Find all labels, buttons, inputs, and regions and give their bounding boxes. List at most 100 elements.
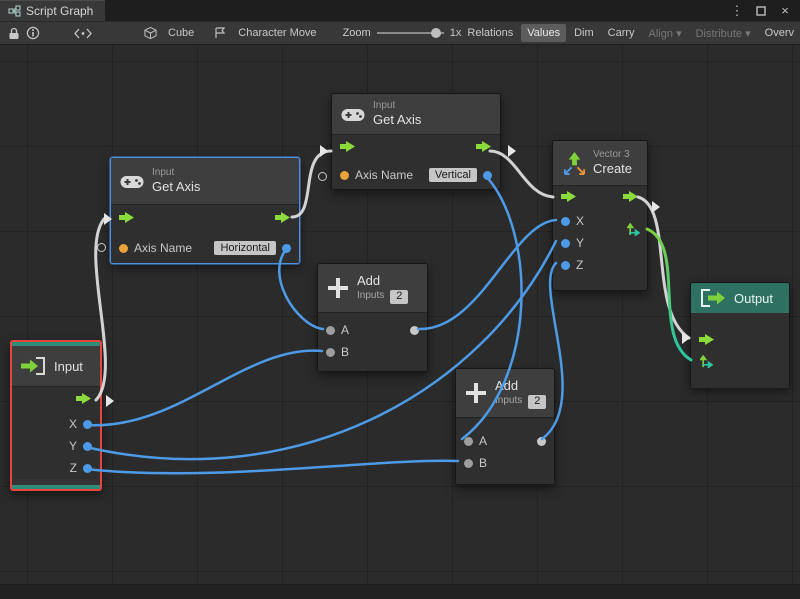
exec-output-port[interactable]: [76, 392, 92, 408]
chevron-down-icon: ▾: [745, 28, 751, 40]
string-input-port[interactable]: [340, 171, 349, 180]
tab-title: Script Graph: [26, 4, 93, 18]
dim-button[interactable]: Dim: [568, 24, 600, 42]
node-get-axis-horizontal[interactable]: Input Get Axis Axis Name Horizontal: [110, 157, 300, 264]
chevron-down-icon: ▾: [676, 28, 682, 40]
inputs-count-field[interactable]: 2: [528, 395, 546, 409]
code-icon[interactable]: [74, 28, 92, 39]
distribute-label: Distribute: [696, 28, 742, 40]
axis-name-field[interactable]: Horizontal: [214, 241, 276, 255]
exec-input-port[interactable]: [699, 333, 715, 349]
tab-script-graph[interactable]: Script Graph: [0, 0, 105, 21]
wire-arrowhead: [682, 332, 690, 344]
node-header[interactable]: Add Inputs 2: [456, 369, 554, 417]
unconnected-port[interactable]: [97, 243, 106, 252]
port-label-y: Y: [69, 439, 77, 453]
graph-asset-icon: [214, 27, 227, 39]
exec-output-port[interactable]: [623, 190, 639, 206]
port-label-y: Y: [576, 236, 584, 250]
input-port-x[interactable]: [561, 217, 570, 226]
node-graph-output[interactable]: Output: [690, 282, 790, 388]
node-header[interactable]: Input Get Axis: [111, 158, 299, 204]
io-accent-strip: [12, 485, 100, 489]
relations-button[interactable]: Relations: [461, 24, 519, 42]
exec-output-port[interactable]: [476, 140, 492, 156]
graph-toolbar: Cube Character Move Zoom 1x Relations Va…: [0, 21, 800, 45]
input-port-a[interactable]: [326, 326, 335, 335]
wire-arrowhead: [320, 145, 328, 157]
node-category: Input: [373, 100, 421, 113]
input-port-b[interactable]: [464, 459, 473, 468]
input-port-y[interactable]: [561, 239, 570, 248]
maximize-icon[interactable]: [754, 3, 768, 19]
string-input-port[interactable]: [119, 244, 128, 253]
overview-button[interactable]: Overv: [759, 24, 800, 42]
unconnected-port[interactable]: [318, 172, 327, 181]
inputs-count-field[interactable]: 2: [390, 290, 408, 304]
port-label-x: X: [69, 417, 77, 431]
node-title: Output: [734, 291, 773, 306]
zoom-slider-handle[interactable]: [431, 28, 441, 38]
exec-input-port[interactable]: [119, 211, 135, 227]
port-label-b: B: [479, 456, 487, 470]
unity-script-graph-window: Script Graph ⋮ × Cube Character: [0, 0, 800, 599]
node-header[interactable]: Input Get Axis: [332, 94, 500, 134]
node-add-1[interactable]: Add Inputs 2 A B: [317, 263, 428, 372]
zoom-value: 1x: [450, 27, 462, 39]
input-port-a[interactable]: [464, 437, 473, 446]
exec-input-port[interactable]: [340, 140, 356, 156]
wire-vector3-result-to-output[interactable]: [647, 229, 691, 360]
output-port-z[interactable]: [83, 464, 92, 473]
gamepad-icon: [341, 107, 365, 122]
port-label-a: A: [341, 323, 349, 337]
sum-output-port[interactable]: [537, 437, 546, 446]
inputs-label: Inputs: [495, 395, 522, 408]
zoom-label: Zoom: [343, 27, 371, 39]
float-output-port[interactable]: [282, 244, 291, 253]
breadcrumb-character-move[interactable]: Character Move: [214, 27, 316, 39]
wire-data-input-x-to-add1-b[interactable]: [86, 351, 322, 426]
exec-output-port[interactable]: [275, 211, 291, 227]
graph-output-icon: [700, 289, 726, 307]
param-label: Axis Name: [134, 241, 192, 255]
zoom-slider[interactable]: [377, 32, 444, 34]
info-icon[interactable]: [26, 26, 40, 40]
axis-name-field[interactable]: Vertical: [429, 168, 477, 182]
node-vector3-create[interactable]: Vector 3 Create X Y: [552, 140, 648, 291]
distribute-dropdown[interactable]: Distribute ▾: [690, 24, 757, 43]
node-header[interactable]: Vector 3 Create: [553, 141, 647, 185]
sum-output-port[interactable]: [410, 326, 419, 335]
port-label-z: Z: [70, 461, 77, 475]
port-label-a: A: [479, 434, 487, 448]
vector3-icon: [562, 151, 587, 176]
node-get-axis-vertical[interactable]: Input Get Axis Axis Name Vertical: [331, 93, 501, 190]
exec-input-port[interactable]: [561, 190, 577, 206]
wire-arrowhead: [106, 395, 114, 407]
vector-input-port-icon[interactable]: [700, 355, 713, 368]
node-category: Input: [152, 167, 200, 180]
output-port-x[interactable]: [83, 420, 92, 429]
input-port-b[interactable]: [326, 348, 335, 357]
node-add-2[interactable]: Add Inputs 2 A B: [455, 368, 555, 485]
float-output-port[interactable]: [483, 171, 492, 180]
node-header[interactable]: Input: [12, 346, 100, 386]
align-dropdown[interactable]: Align ▾: [643, 24, 688, 43]
wire-data-add1-to-vector3-x[interactable]: [418, 220, 556, 329]
tab-bar: Script Graph ⋮ ×: [0, 0, 800, 21]
carry-button[interactable]: Carry: [602, 24, 641, 42]
output-port-y[interactable]: [83, 442, 92, 451]
wire-data-input-z-to-add2-b[interactable]: [86, 461, 458, 474]
port-label-b: B: [341, 345, 349, 359]
breadcrumb-cube[interactable]: Cube: [144, 26, 194, 40]
input-port-z[interactable]: [561, 261, 570, 270]
vector-result-port-icon[interactable]: [627, 223, 640, 236]
node-graph-input[interactable]: Input X Y Z: [10, 340, 102, 491]
node-header[interactable]: Output: [691, 283, 789, 313]
graph-canvas[interactable]: Input Get Axis Axis Name Vertical: [0, 45, 800, 599]
node-header[interactable]: Add Inputs 2: [318, 264, 427, 312]
values-button[interactable]: Values: [521, 24, 566, 42]
menu-icon[interactable]: ⋮: [730, 3, 744, 19]
close-icon[interactable]: ×: [778, 3, 792, 19]
node-title: Get Axis: [152, 179, 200, 195]
lock-icon[interactable]: [8, 27, 20, 40]
